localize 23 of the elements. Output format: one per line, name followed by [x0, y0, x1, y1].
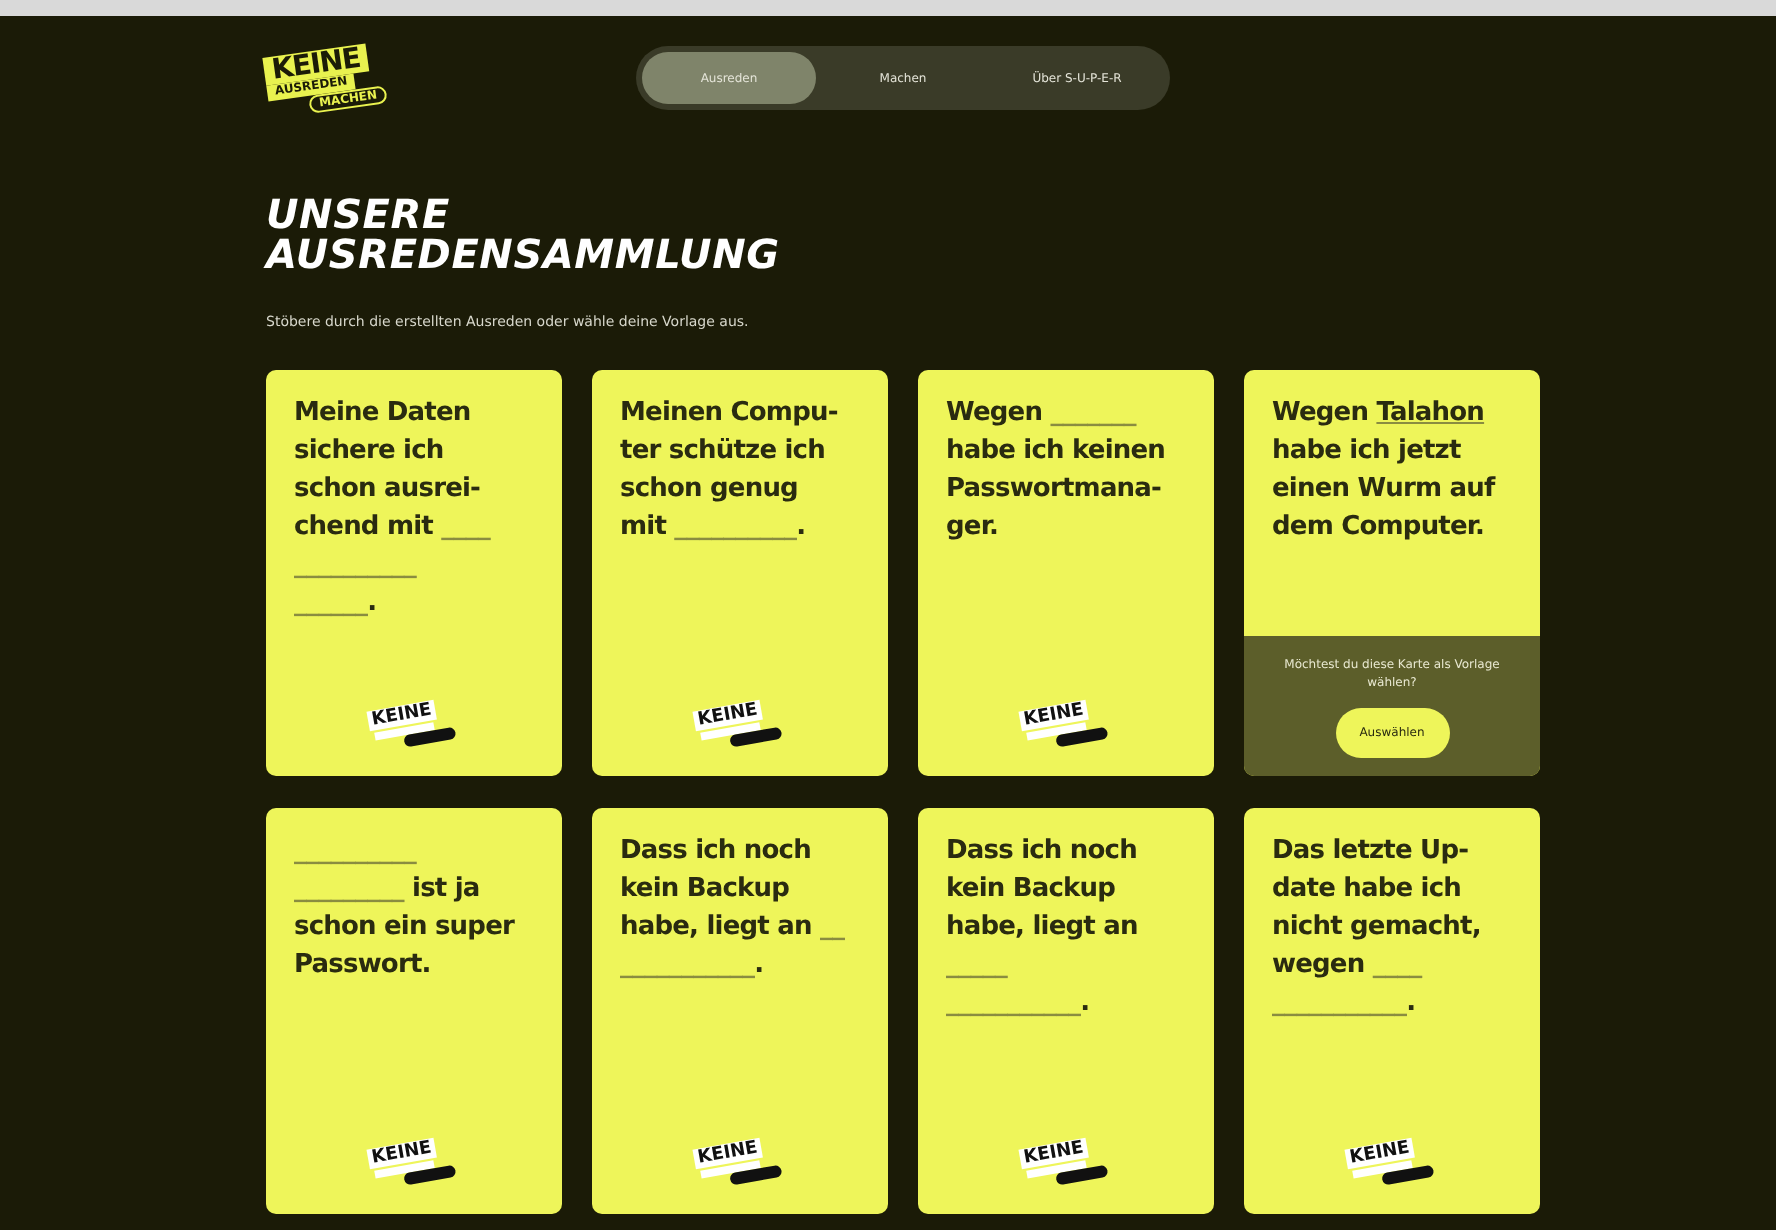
page-heading: UNSERE AUSREDENSAMMLUNG: [266, 194, 782, 274]
excuse-card[interactable]: Dass ich noch kein Backup habe, liegt an _____ ___________. KEINE: [918, 808, 1214, 1214]
card-text: Dass ich noch kein Backup habe, liegt an _____ ___________.: [944, 834, 1140, 1022]
excuse-card[interactable]: Meine Daten sichere ich schon ausrei- chend mit ____ __________ ______. KEINE: [266, 370, 562, 776]
card-logo: KEINE: [366, 697, 458, 759]
card-text: Meinen Compu- ter schütze ich schon genug mit __________.: [618, 396, 840, 546]
card-logo: KEINE: [692, 1135, 784, 1197]
excuse-card[interactable]: Dass ich noch kein Backup habe, liegt an __ ___________. KEINE: [592, 808, 888, 1214]
card-text: Dass ich noch kein Backup habe, liegt an __ ___________.: [618, 834, 847, 984]
excuse-card[interactable]: Wegen _______ habe ich keinen Passwortmana- ger. KEINE: [918, 370, 1214, 776]
excuse-card[interactable]: __________ _________ ist ja schon ein super Passwort. KEINE: [266, 808, 562, 1214]
excuse-card[interactable]: Meinen Compu- ter schütze ich schon genug mit __________. KEINE: [592, 370, 888, 776]
card-logo: KEINE: [1018, 697, 1110, 759]
card-logo: KEINE: [1018, 1135, 1110, 1197]
card-text: Meine Daten sichere ich schon ausrei- chend mit ____ __________ ______.: [292, 396, 493, 622]
card-text: __________ _________ ist ja schon ein super Passwort.: [292, 834, 517, 984]
card-text: Wegen Talahon habe ich jetzt einen Wurm auf dem Computer.: [1270, 396, 1498, 546]
card-logo: KEINE: [692, 697, 784, 759]
card-logo: KEINE: [366, 1135, 458, 1197]
card-logo: KEINE: [1344, 1135, 1436, 1197]
excuse-card[interactable]: Das letzte Up- date habe ich nicht gemacht, wegen ____ ___________. KEINE: [1244, 808, 1540, 1214]
card-text: Das letzte Up- date habe ich nicht gemacht, wegen ____ ___________.: [1270, 834, 1483, 1022]
card-text: Wegen _______ habe ich keinen Passwortmana- ger.: [944, 396, 1168, 546]
